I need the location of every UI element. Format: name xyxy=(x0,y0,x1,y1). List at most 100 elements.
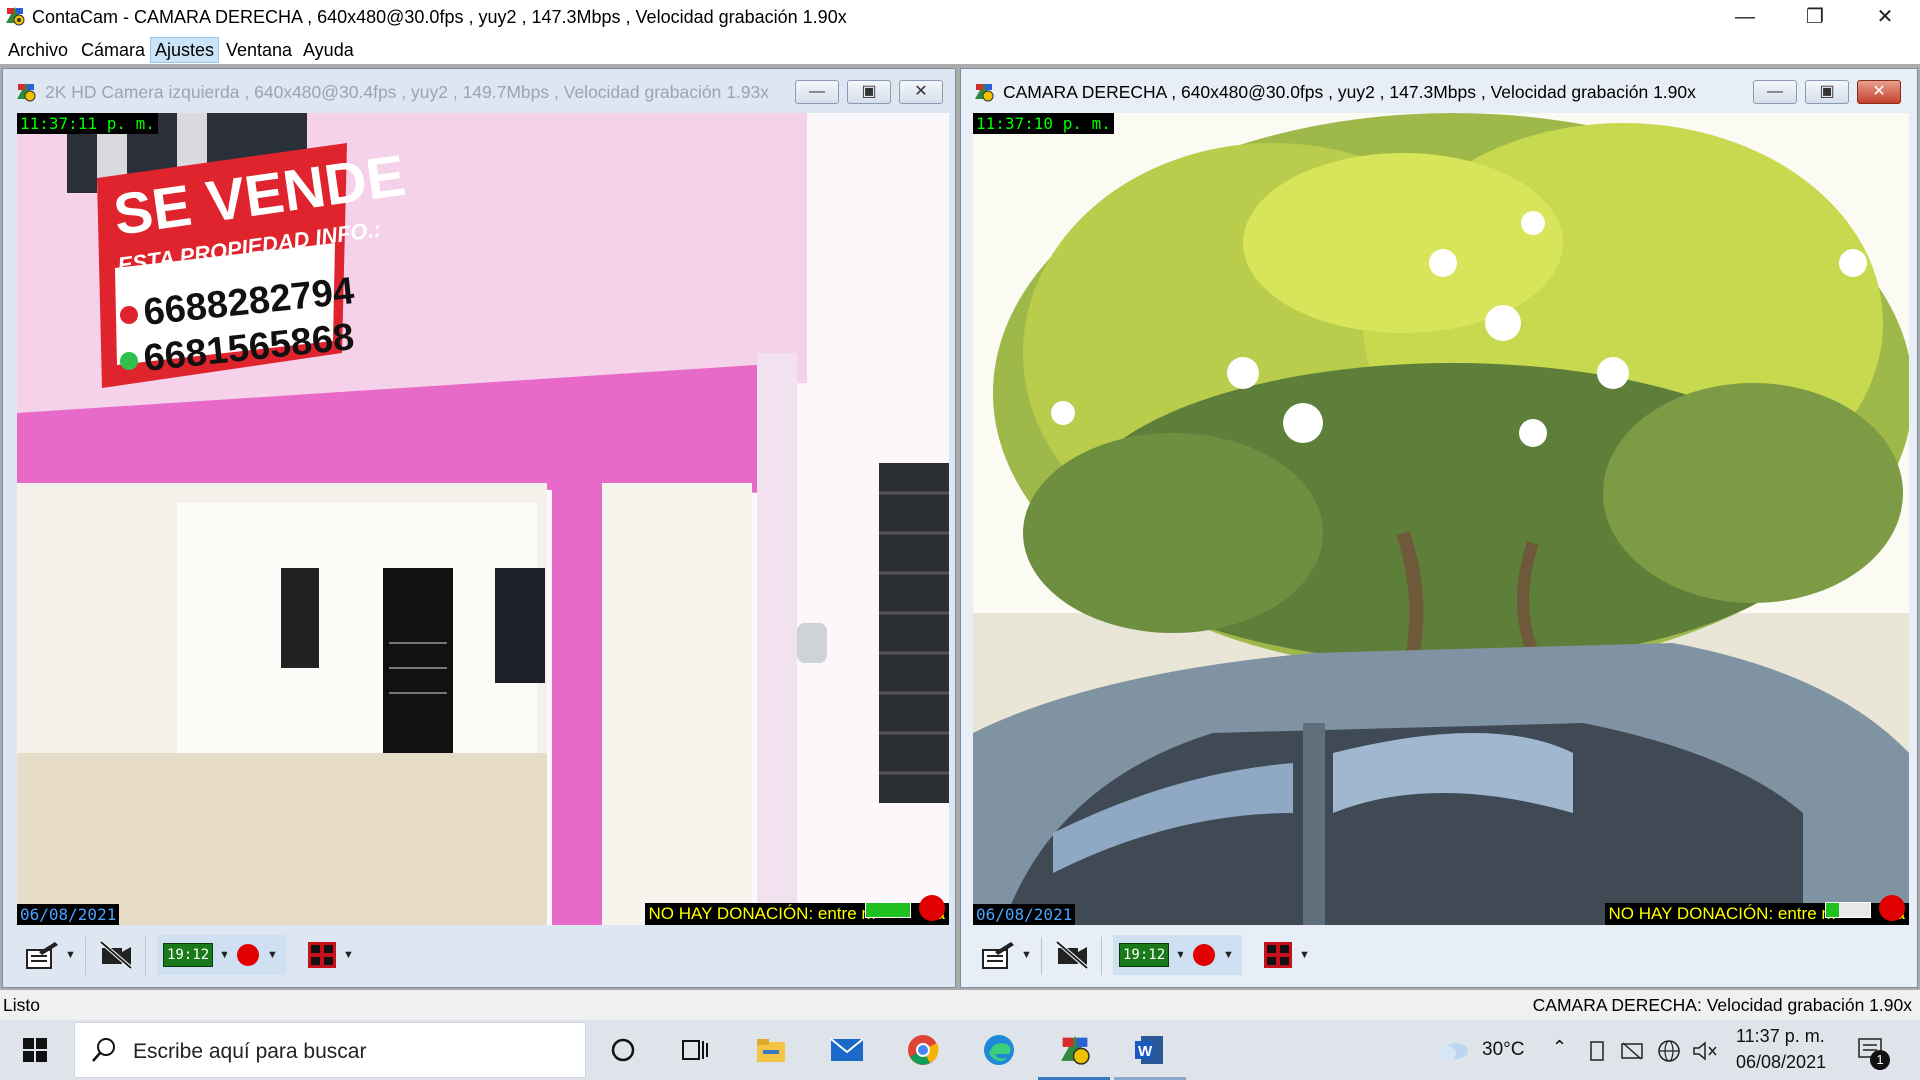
notification-count-badge: 1 xyxy=(1870,1050,1890,1070)
windows-taskbar: Escribe aquí para buscar W 30°C ⌃ 11:37 … xyxy=(0,1020,1920,1080)
status-right-text: CAMARA DERECHA: Velocidad grabación 1.90… xyxy=(1532,995,1912,1015)
contacam-icon xyxy=(975,83,994,102)
camera-settings-button[interactable]: ▼ xyxy=(25,935,76,975)
donation-level-bar xyxy=(865,902,911,918)
camera-settings-button[interactable]: ▼ xyxy=(981,935,1032,975)
camera-window-title-bar[interactable]: 2K HD Camera izquierda , 640x480@30.4fps… xyxy=(3,69,955,113)
file-explorer-icon xyxy=(757,1039,785,1062)
donation-text: NO HAY DONACIÓN: entre m xyxy=(648,904,876,923)
chevron-down-icon: ▼ xyxy=(1223,949,1234,961)
camera-window-title: CAMARA DERECHA , 640x480@30.0fps , yuy2 … xyxy=(1003,82,1696,102)
layout-grid-button[interactable]: ▼ xyxy=(307,935,354,975)
camera-close-button[interactable]: ✕ xyxy=(1857,80,1901,104)
menu-ayuda[interactable]: Ayuda xyxy=(299,38,358,62)
camera-window-title-bar[interactable]: CAMARA DERECHA , 640x480@30.0fps , yuy2 … xyxy=(961,69,1917,113)
speaker-muted-icon[interactable] xyxy=(1692,1040,1718,1062)
settings-pencil-icon xyxy=(26,942,58,969)
settings-pencil-icon xyxy=(982,942,1014,969)
mail-button[interactable] xyxy=(826,1030,868,1070)
taskbar-search-box[interactable]: Escribe aquí para buscar xyxy=(74,1022,586,1078)
camera-off-button[interactable] xyxy=(1055,935,1089,975)
weather-temperature[interactable]: 30°C xyxy=(1482,1039,1524,1061)
mail-icon xyxy=(830,1038,864,1061)
record-icon xyxy=(1193,944,1215,966)
record-icon xyxy=(237,944,259,966)
menu-ajustes[interactable]: Ajustes xyxy=(150,37,220,63)
house-scene-image: SE VENDE ESTA PROPIEDAD INFO.: 668828279… xyxy=(17,113,949,925)
grid-layout-icon xyxy=(1264,942,1292,968)
chevron-down-icon: ▼ xyxy=(65,949,76,961)
edge-icon xyxy=(984,1035,1014,1065)
camera-video-feed[interactable]: SE VENDE ESTA PROPIEDAD INFO.: 668828279… xyxy=(17,113,949,925)
layout-grid-button[interactable]: ▼ xyxy=(1263,935,1310,975)
app-title-bar[interactable]: ContaCam - CAMARA DERECHA , 640x480@30.0… xyxy=(0,0,1920,34)
clock-badge-icon: 19:12 xyxy=(1119,943,1170,967)
word-icon: W xyxy=(1135,1036,1163,1064)
camera-disabled-icon xyxy=(1055,940,1089,970)
menu-ventana[interactable]: Ventana xyxy=(222,38,296,62)
recording-indicator-icon xyxy=(919,895,945,921)
search-placeholder: Escribe aquí para buscar xyxy=(133,1040,367,1063)
timestamp-settings-button[interactable]: 19:12 ▼ xyxy=(1113,935,1193,975)
camera-minimize-button[interactable]: — xyxy=(795,80,839,104)
camera-window-left[interactable]: 2K HD Camera izquierda , 640x480@30.4fps… xyxy=(2,68,956,988)
chevron-down-icon: ▼ xyxy=(343,949,354,961)
camera-toolbar: ▼ 19:12 ▼ ▼ ▼ xyxy=(17,927,955,983)
camera-close-button[interactable]: ✕ xyxy=(899,80,943,104)
cortana-icon xyxy=(611,1038,635,1062)
device-icon[interactable] xyxy=(1588,1040,1608,1062)
camera-video-feed[interactable]: 11:37:10 p. m. 06/08/2021 NO HAY DONACIÓ… xyxy=(973,113,1909,925)
status-left-text: Listo xyxy=(3,995,40,1015)
menu-camara[interactable]: Cámara xyxy=(77,38,149,62)
edge-button[interactable] xyxy=(978,1030,1020,1070)
video-time-overlay: 11:37:11 p. m. xyxy=(17,113,158,134)
chrome-icon xyxy=(908,1035,939,1065)
camera-disabled-icon xyxy=(99,940,133,970)
chrome-button[interactable] xyxy=(902,1030,944,1070)
window-title: ContaCam - CAMARA DERECHA , 640x480@30.0… xyxy=(32,7,847,27)
chevron-down-icon: ▼ xyxy=(267,949,278,961)
word-button[interactable]: W xyxy=(1128,1030,1170,1070)
windows-start-icon xyxy=(23,1038,47,1062)
tree-car-scene-image xyxy=(973,113,1909,925)
clock-date[interactable]: 06/08/2021 xyxy=(1736,1052,1826,1073)
camera-toolbar: ▼ 19:12 ▼ ▼ ▼ xyxy=(973,927,1917,983)
cortana-button[interactable] xyxy=(602,1030,644,1070)
contacam-icon xyxy=(1061,1036,1090,1065)
video-date-overlay: 06/08/2021 xyxy=(17,904,120,925)
start-button[interactable] xyxy=(14,1030,56,1070)
donation-text: NO HAY DONACIÓN: entre m xyxy=(1608,904,1836,923)
donation-level-bar xyxy=(1825,902,1871,918)
minimize-button[interactable]: — xyxy=(1710,0,1780,34)
camera-maximize-button[interactable]: ▣ xyxy=(847,80,891,104)
camera-maximize-button[interactable]: ▣ xyxy=(1805,80,1849,104)
chevron-down-icon: ▼ xyxy=(1299,949,1310,961)
chevron-down-icon: ▼ xyxy=(1021,949,1032,961)
contacam-taskbar-button[interactable] xyxy=(1054,1030,1096,1070)
contacam-icon xyxy=(17,83,36,102)
camera-window-right[interactable]: CAMARA DERECHA , 640x480@30.0fps , yuy2 … xyxy=(960,68,1918,988)
network-disabled-icon[interactable] xyxy=(1620,1040,1644,1062)
task-view-button[interactable] xyxy=(674,1030,716,1070)
weather-cloud-icon xyxy=(1438,1043,1468,1060)
camera-window-title: 2K HD Camera izquierda , 640x480@30.4fps… xyxy=(45,82,770,102)
chevron-up-icon[interactable]: ⌃ xyxy=(1552,1037,1567,1058)
contacam-app-icon xyxy=(6,7,25,26)
search-icon xyxy=(92,1038,115,1062)
camera-off-button[interactable] xyxy=(99,935,133,975)
maximize-button[interactable]: ❐ xyxy=(1780,0,1850,34)
video-time-overlay: 11:37:10 p. m. xyxy=(973,113,1114,134)
camera-minimize-button[interactable]: — xyxy=(1753,80,1797,104)
clock-time[interactable]: 11:37 p. m. xyxy=(1736,1026,1825,1047)
svg-text:W: W xyxy=(1138,1043,1153,1060)
file-explorer-button[interactable] xyxy=(750,1030,792,1070)
video-date-overlay: 06/08/2021 xyxy=(973,904,1076,925)
menu-archivo[interactable]: Archivo xyxy=(4,38,72,62)
close-button[interactable]: ✕ xyxy=(1850,0,1920,34)
recording-indicator-icon xyxy=(1879,895,1905,921)
record-button[interactable]: ▼ xyxy=(1183,935,1242,975)
menu-bar: Archivo Cámara Ajustes Ventana Ayuda xyxy=(0,34,1920,64)
globe-icon[interactable] xyxy=(1656,1038,1682,1064)
timestamp-settings-button[interactable]: 19:12 ▼ xyxy=(157,935,237,975)
record-button[interactable]: ▼ xyxy=(227,935,286,975)
